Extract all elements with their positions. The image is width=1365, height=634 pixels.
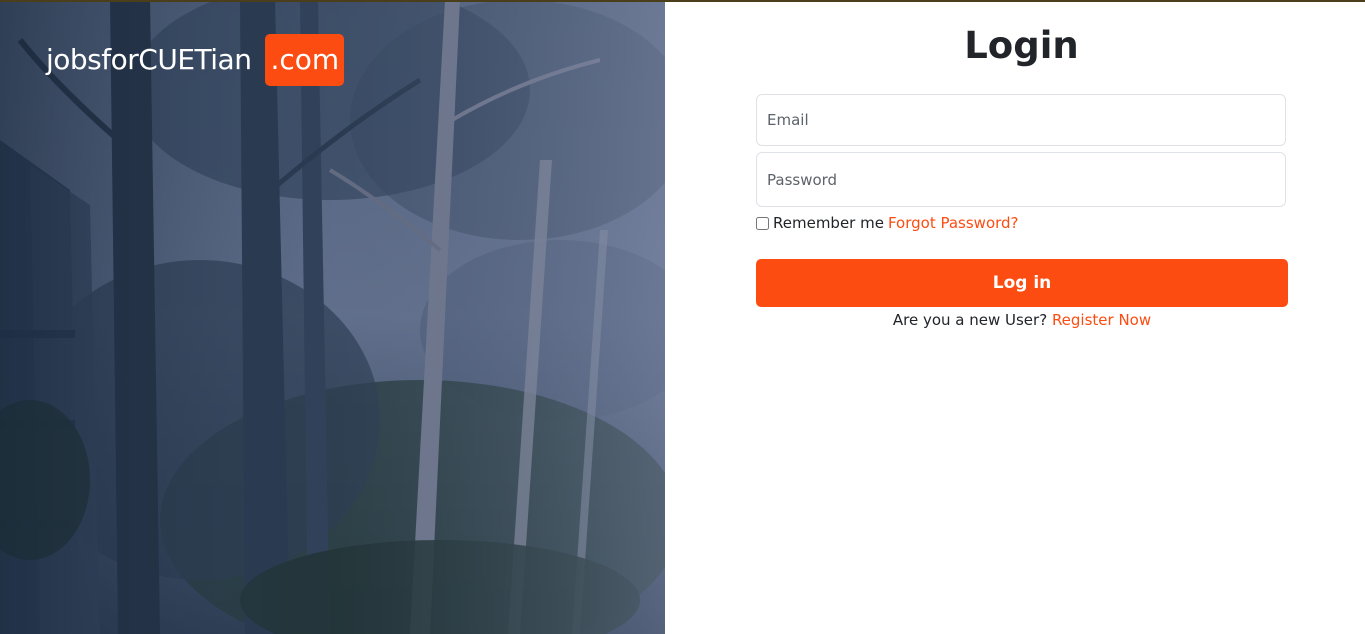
hero-image-panel: jobsforCUETian .com: [0, 0, 665, 634]
forgot-password-link[interactable]: Forgot Password?: [888, 214, 1019, 232]
register-prompt-text: Are you a new User?: [892, 311, 1052, 329]
forest-background-image: [0, 0, 665, 634]
remember-me-checkbox[interactable]: [756, 216, 769, 230]
remember-me-label: Remember me: [773, 214, 884, 232]
login-panel: Login Remember me Forgot Password? Log i…: [665, 0, 1365, 634]
register-prompt-row: Are you a new User? Register Now: [756, 309, 1288, 331]
email-field[interactable]: [756, 94, 1286, 146]
register-now-link[interactable]: Register Now: [1052, 311, 1151, 329]
password-field[interactable]: [756, 152, 1286, 207]
remember-row: Remember me Forgot Password?: [756, 212, 1019, 234]
login-button[interactable]: Log in: [756, 259, 1288, 307]
page-title: Login: [964, 24, 1079, 67]
brand-name: jobsforCUETian: [46, 43, 252, 76]
brand-badge: .com: [265, 34, 345, 86]
brand-logo[interactable]: jobsforCUETian .com: [46, 34, 345, 86]
page: jobsforCUETian .com Login Remember me Fo…: [0, 0, 1365, 634]
top-border: [0, 0, 1365, 2]
